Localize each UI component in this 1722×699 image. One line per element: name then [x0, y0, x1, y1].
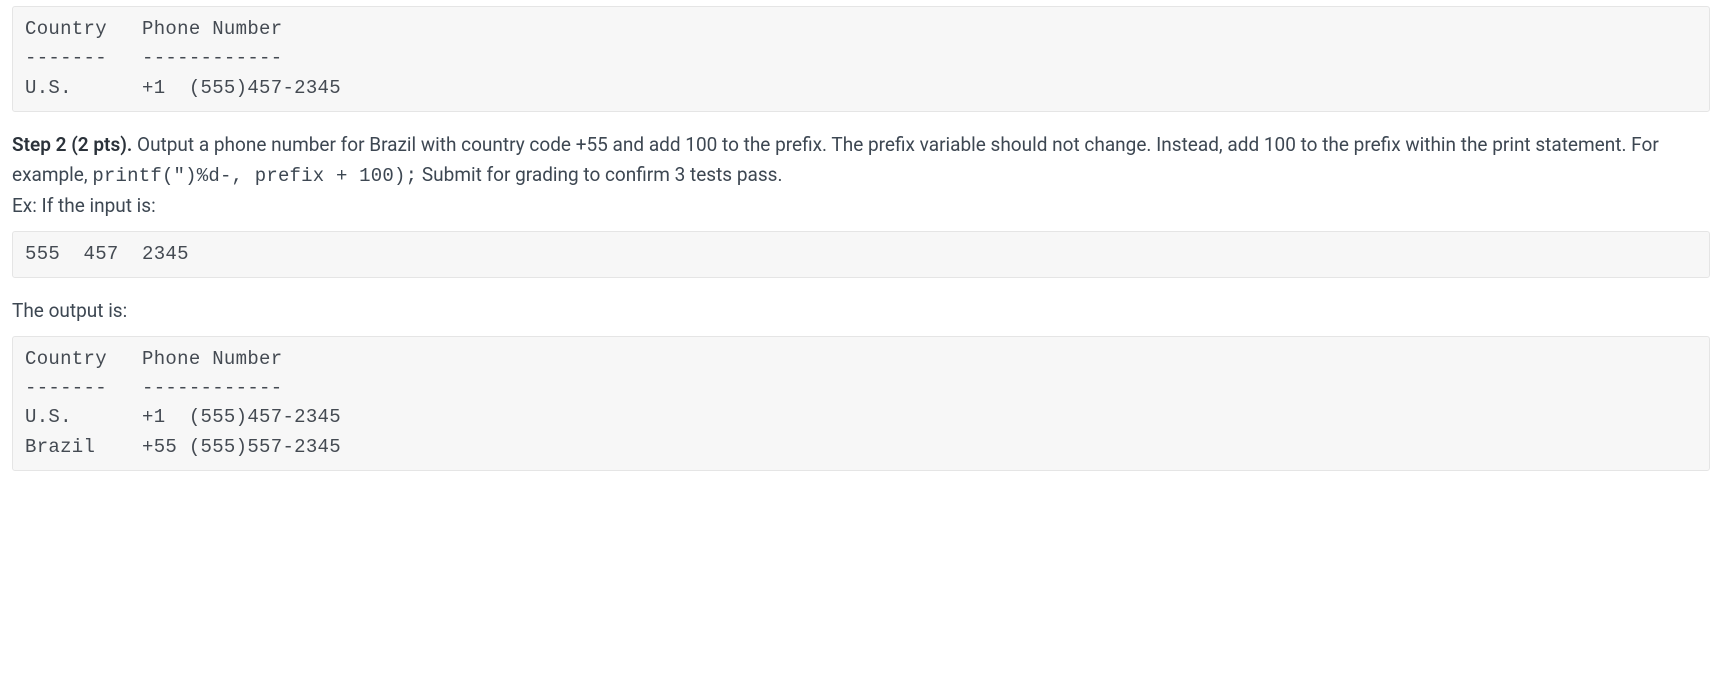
example-input-label: Ex: If the input is:: [12, 194, 156, 217]
step-2-paragraph: Step 2 (2 pts). Output a phone number fo…: [12, 130, 1710, 220]
step-2-label: Step 2 (2 pts).: [12, 133, 132, 156]
step-2-inline-code: printf(")%d-, prefix + 100);: [92, 165, 417, 187]
code-block-example-output-2: Country Phone Number ------- -----------…: [12, 336, 1710, 472]
code-block-example-output-1: Country Phone Number ------- -----------…: [12, 6, 1710, 112]
step-2-text-b: Submit for grading to confirm 3 tests pa…: [417, 163, 782, 186]
output-label: The output is:: [12, 296, 1710, 325]
code-block-input-example: 555 457 2345: [12, 231, 1710, 278]
